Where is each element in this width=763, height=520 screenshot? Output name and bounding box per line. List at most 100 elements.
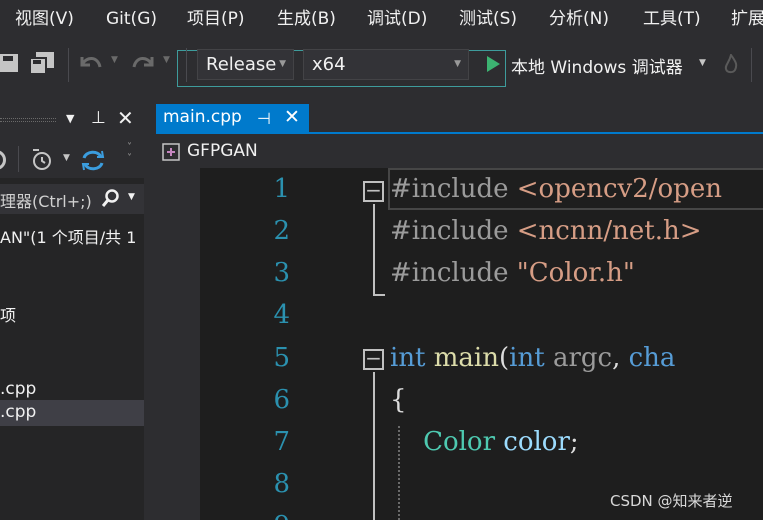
line-number: 2 <box>273 216 290 246</box>
solution-explorer: ▼ ⊥ ✕ ▼ ˅ ˅ 理器(Ctrl+;) ▼ AN"(1 个项目/共 1 项 … <box>0 92 144 520</box>
file-item[interactable]: .cpp <box>0 379 36 399</box>
code-line: #include <ncnn/net.h> <box>390 216 701 246</box>
undo-icon[interactable] <box>78 53 104 75</box>
search-icon[interactable] <box>102 189 120 209</box>
line-number: 9 <box>250 511 290 520</box>
outline-guide <box>373 372 375 520</box>
outline-guide <box>373 204 375 296</box>
close-icon[interactable]: ✕ <box>284 106 300 128</box>
code-token: "Color.h" <box>516 258 635 288</box>
code-line: #include "Color.h" <box>390 258 635 288</box>
code-editor[interactable]: 1 2 3 4 5 6 7 8 9 − − #include <opencv2/… <box>200 168 763 520</box>
start-debug-icon[interactable] <box>485 55 501 73</box>
toolbar-separator <box>18 146 19 172</box>
menu-project[interactable]: 项目(P) <box>187 8 245 30</box>
toolbar: ▼ ▼ Release ▼ x64 ▼ 本地 Windows 调试器 ▼ <box>0 38 763 92</box>
menu-build[interactable]: 生成(B) <box>277 8 336 30</box>
line-number: 4 <box>273 300 290 330</box>
search-placeholder: 理器(Ctrl+;) <box>0 192 92 211</box>
line-number: 6 <box>273 385 290 415</box>
line-number: 1 <box>273 174 290 204</box>
platform-dropdown[interactable]: x64 ▼ <box>303 49 469 80</box>
panel-options-icon[interactable]: ▼ <box>66 112 74 125</box>
platform-value: x64 <box>312 54 346 75</box>
line-number: 8 <box>273 469 290 499</box>
indicator-margin <box>156 168 200 520</box>
configuration-value: Release <box>206 54 277 75</box>
line-number: 7 <box>273 427 290 457</box>
home-icon[interactable] <box>0 150 6 170</box>
pin-icon[interactable]: ⊣ <box>257 109 271 128</box>
code-token: #include <box>390 258 517 288</box>
navigation-bar: GFPGAN <box>156 138 763 166</box>
menu-git[interactable]: Git(G) <box>106 8 157 30</box>
close-icon[interactable]: ✕ <box>117 106 134 130</box>
panel-grip[interactable] <box>0 118 56 122</box>
solution-explorer-search[interactable]: 理器(Ctrl+;) ▼ <box>0 184 144 214</box>
collapse-icon[interactable]: − <box>363 348 384 370</box>
pending-changes-icon[interactable] <box>30 148 56 172</box>
hot-reload-icon[interactable] <box>723 54 739 74</box>
pin-icon[interactable]: ⊥ <box>91 108 106 128</box>
line-number: 5 <box>273 343 290 373</box>
code-token: int <box>390 343 426 373</box>
code-token: <ncnn/net.h> <box>516 216 702 246</box>
panel-splitter[interactable] <box>144 92 156 520</box>
code-token: { <box>390 385 407 415</box>
toolbar-separator <box>751 48 752 82</box>
chevron-down-icon: ▼ <box>454 59 461 69</box>
redo-icon[interactable] <box>130 53 156 75</box>
code-line: #include <opencv2/open <box>390 174 722 204</box>
code-line: { <box>390 385 407 415</box>
code-line: int main(int argc, cha <box>390 343 675 373</box>
code-token: ; <box>569 427 579 457</box>
code-token: , <box>612 343 629 373</box>
debugger-label[interactable]: 本地 Windows 调试器 <box>511 53 683 78</box>
code-token: <opencv2/open <box>516 174 722 204</box>
code-token: argc <box>552 343 613 373</box>
selected-file-row[interactable]: .cpp <box>0 400 144 426</box>
code-token: color <box>503 427 570 457</box>
undo-dropdown-icon[interactable]: ▼ <box>111 55 118 65</box>
redo-dropdown-icon[interactable]: ▼ <box>163 55 170 65</box>
menu-extensions[interactable]: 扩展 <box>731 8 763 30</box>
chevron-down-icon[interactable]: ▼ <box>63 153 70 163</box>
code-token: main <box>433 343 499 373</box>
tree-item-label[interactable]: 项 <box>0 302 16 326</box>
outline-guide <box>373 294 385 296</box>
chevron-down-icon: ▼ <box>279 59 286 69</box>
menu-analyze[interactable]: 分析(N) <box>549 8 609 30</box>
tab-accent-strip <box>156 132 763 134</box>
code-token: ( <box>499 343 510 373</box>
menu-test[interactable]: 测试(S) <box>459 8 517 30</box>
nav-scope-label[interactable]: GFPGAN <box>187 141 258 161</box>
menu-bar: 视图(V) Git(G) 项目(P) 生成(B) 调试(D) 测试(S) 分析(… <box>0 0 763 38</box>
more-icon[interactable]: ˅ ˅ <box>127 142 132 164</box>
configuration-dropdown[interactable]: Release ▼ <box>197 49 294 80</box>
toolbar-separator <box>68 48 69 82</box>
code-token: #include <box>390 216 517 246</box>
code-line: Color color; <box>390 427 579 457</box>
save-icon[interactable] <box>0 54 20 74</box>
code-token: Color <box>423 427 496 457</box>
save-all-icon[interactable] <box>30 52 56 76</box>
tab-label: main.cpp <box>163 107 242 127</box>
project-icon <box>162 143 180 161</box>
solution-explorer-toolbar: ▼ ˅ ˅ <box>0 138 144 178</box>
menu-tools[interactable]: 工具(T) <box>643 8 701 30</box>
solution-node-label[interactable]: AN"(1 个项目/共 1 <box>0 224 136 248</box>
menu-view[interactable]: 视图(V) <box>15 8 74 30</box>
collapse-icon[interactable]: − <box>363 180 384 202</box>
sync-icon[interactable] <box>80 148 106 172</box>
toolbar-separator <box>186 48 187 82</box>
file-item: .cpp <box>0 402 37 422</box>
tab-main-cpp[interactable]: main.cpp ⊣ ✕ <box>156 104 309 134</box>
search-options-icon[interactable]: ▼ <box>128 192 135 202</box>
menu-debug[interactable]: 调试(D) <box>367 8 427 30</box>
debugger-dropdown-icon[interactable]: ▼ <box>699 58 706 68</box>
code-token: int <box>509 343 545 373</box>
code-token: cha <box>628 343 676 373</box>
